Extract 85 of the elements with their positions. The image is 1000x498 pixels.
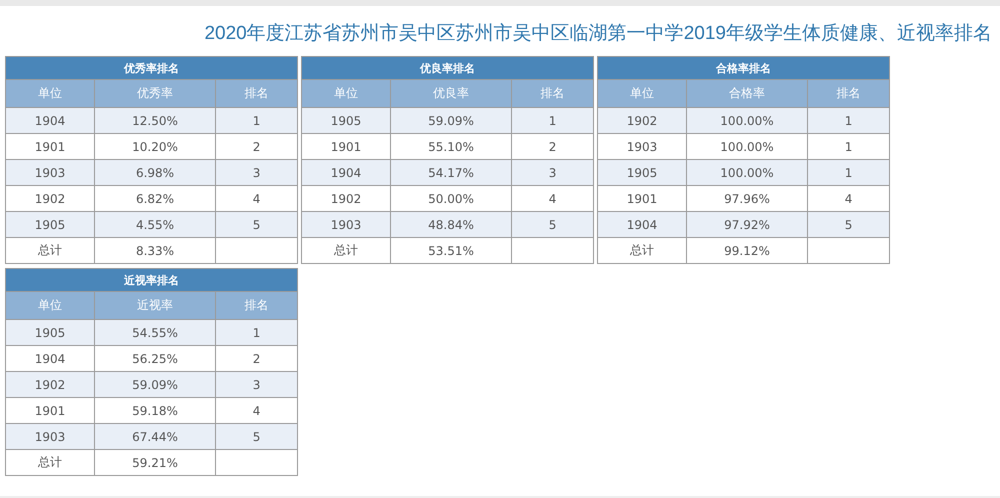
table-cell: 1 [808,108,890,134]
table-cell: 1903 [6,160,94,186]
table-cell: 5 [216,212,298,238]
table-cell: 4 [216,186,298,212]
table-cell: 1904 [6,346,94,372]
table-cell: 1 [216,108,298,134]
table-cell: 12.50% [94,108,216,134]
table-cell: 1 [808,160,890,186]
table-cell: 1904 [6,108,94,134]
table-cell: 1904 [598,212,686,238]
table-caption: 合格率排名 [598,56,890,80]
table-cell: 总计 [598,238,686,264]
table-cell: 50.00% [390,186,512,212]
table-cell: 2 [216,134,298,160]
table-cell: 4 [512,186,594,212]
table-cell: 1 [512,108,594,134]
table-cell: 1 [808,134,890,160]
table-cell: 4 [808,186,890,212]
column-header: 近视率 [94,292,216,320]
table-cell: 100.00% [686,108,808,134]
table-cell: 55.10% [390,134,512,160]
table-caption: 优秀率排名 [6,56,298,80]
table-cell: 1905 [302,108,390,134]
table-cell: 1905 [6,320,94,346]
table-cell: 5 [216,424,298,450]
column-header: 合格率 [686,80,808,108]
column-header: 优秀率 [94,80,216,108]
table-cell: 总计 [302,238,390,264]
table-cell: 10.20% [94,134,216,160]
column-header: 单位 [6,80,94,108]
table-cell: 1905 [6,212,94,238]
table-cell: 1902 [6,186,94,212]
table-cell: 97.92% [686,212,808,238]
column-header: 单位 [598,80,686,108]
column-header: 单位 [302,80,390,108]
table-cell: 56.25% [94,346,216,372]
column-header: 优良率 [390,80,512,108]
page-title: 2020年度江苏省苏州市吴中区苏州市吴中区临湖第一中学2019年级学生体质健康、近视率排名 [203,22,993,46]
table-cell: 59.09% [94,372,216,398]
table-cell: 2 [512,134,594,160]
table-cell: 1903 [6,424,94,450]
table-cell: 1 [216,320,298,346]
table-cell: 3 [216,372,298,398]
table-cell: 1901 [598,186,686,212]
table-cell: 59.21% [94,450,216,476]
table-cell: 59.09% [390,108,512,134]
table-caption: 优良率排名 [302,56,594,80]
column-header: 排名 [808,80,890,108]
table-cell: 100.00% [686,160,808,186]
table-cell: 1902 [302,186,390,212]
table-cell: 53.51% [390,238,512,264]
table-cell: 1901 [302,134,390,160]
table-cell: 5 [512,212,594,238]
table-cell: 1901 [6,398,94,424]
table-cell: 1901 [6,134,94,160]
table-cell: 8.33% [94,238,216,264]
table-cell: 1905 [598,160,686,186]
table-cell: 67.44% [94,424,216,450]
table-cell: 54.55% [94,320,216,346]
table-cell: 4 [216,398,298,424]
table-cell: 1904 [302,160,390,186]
table-cell: 3 [216,160,298,186]
table-cell: 1902 [598,108,686,134]
table-cell: 48.84% [390,212,512,238]
table-cell: 54.17% [390,160,512,186]
table-cell: 6.98% [94,160,216,186]
table-cell: 总计 [6,238,94,264]
column-header: 排名 [216,80,298,108]
table-cell: 1902 [6,372,94,398]
table-cell: 6.82% [94,186,216,212]
table-caption: 近视率排名 [6,268,298,292]
table-cell: 59.18% [94,398,216,424]
table-cell: 100.00% [686,134,808,160]
table-cell: 4.55% [94,212,216,238]
column-header: 排名 [216,292,298,320]
table-cell: 5 [808,212,890,238]
table-cell: 1903 [302,212,390,238]
table-cell: 99.12% [686,238,808,264]
table-cell: 2 [216,346,298,372]
table-cell: 1903 [598,134,686,160]
column-header: 单位 [6,292,94,320]
table-cell: 总计 [6,450,94,476]
table-cell: 3 [512,160,594,186]
table-cell: 97.96% [686,186,808,212]
column-header: 排名 [512,80,594,108]
